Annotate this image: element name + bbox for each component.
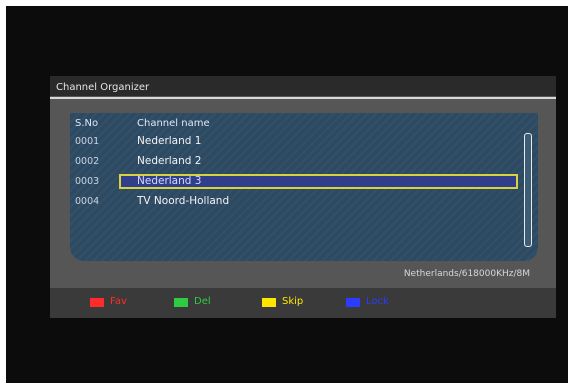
channel-name: Nederland 3: [137, 175, 202, 187]
panel-title: Channel Organizer: [56, 82, 150, 93]
title-divider: [50, 97, 556, 99]
red-key-swatch: [90, 298, 104, 307]
channel-row-selected[interactable]: 0003 Nederland 3: [70, 174, 538, 190]
fav-label: Fav: [110, 296, 127, 307]
channel-name: TV Noord-Holland: [137, 195, 230, 207]
green-key-swatch: [174, 298, 188, 307]
blue-key-swatch: [346, 298, 360, 307]
channel-number: 0003: [75, 176, 100, 187]
color-key-bar: Fav Del Skip Lock: [50, 288, 556, 318]
del-label: Del: [194, 296, 211, 307]
channel-number: 0001: [75, 136, 100, 147]
list-scrollbar[interactable]: [524, 133, 532, 247]
frequency-info: Netherlands/618000KHz/8M: [403, 269, 530, 279]
tv-screen-frame: Channel Organizer S.No Channel name 0001…: [0, 0, 574, 389]
skip-label: Skip: [282, 296, 304, 307]
channel-row[interactable]: 0002 Nederland 2: [70, 154, 538, 170]
channel-row[interactable]: 0001 Nederland 1: [70, 134, 538, 150]
lock-label: Lock: [366, 296, 389, 307]
channel-number: 0004: [75, 196, 100, 207]
column-header-channel-name: Channel name: [137, 118, 210, 129]
channel-row[interactable]: 0004 TV Noord-Holland: [70, 194, 538, 210]
yellow-key-swatch: [262, 298, 276, 307]
tv-screen: Channel Organizer S.No Channel name 0001…: [6, 6, 568, 383]
panel-title-bar: Channel Organizer: [50, 76, 556, 96]
column-header-sno: S.No: [75, 118, 99, 129]
channel-name: Nederland 1: [137, 135, 202, 147]
channel-list: S.No Channel name 0001 Nederland 1 0002 …: [70, 113, 538, 261]
channel-name: Nederland 2: [137, 155, 202, 167]
channel-organizer-panel: Channel Organizer S.No Channel name 0001…: [50, 76, 556, 318]
channel-number: 0002: [75, 156, 100, 167]
